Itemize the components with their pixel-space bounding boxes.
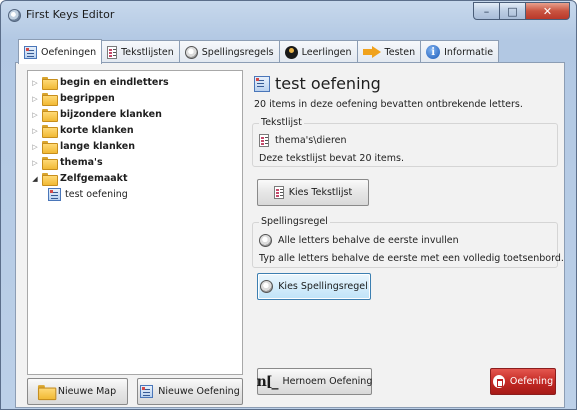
tree-item-label: begrippen xyxy=(60,93,115,104)
tab-label: Tekstlijsten xyxy=(121,46,174,58)
window-title: First Keys Editor xyxy=(26,8,115,21)
textlist-group-label: Tekstlijst xyxy=(259,117,304,128)
tab-leerlingen[interactable]: Leerlingen xyxy=(278,40,358,63)
tree-item-begrippen[interactable]: ▷ begrippen xyxy=(28,91,115,106)
rule-info-text: Typ alle letters behalve de eerste met e… xyxy=(259,253,564,264)
folder-icon xyxy=(37,385,57,401)
tree-item-label: korte klanken xyxy=(60,125,134,136)
exercise-icon xyxy=(48,188,61,201)
expand-arrow-icon[interactable]: ▷ xyxy=(28,111,42,119)
tab-content-panel: ▷ begin en eindletters ▷ begrippen ▷ bij… xyxy=(15,62,565,408)
tree-item-begin-en-eindletters[interactable]: ▷ begin en eindletters xyxy=(28,75,169,90)
folder-icon xyxy=(42,93,58,106)
choose-textlist-label: Kies Tekstlijst xyxy=(288,187,353,198)
folder-open-icon xyxy=(42,173,58,186)
new-exercise-label: Nieuwe Oefening xyxy=(158,386,240,397)
maximize-button[interactable]: □ xyxy=(500,2,526,20)
rule-info: Typ alle letters behalve de eerste met e… xyxy=(259,253,564,264)
tab-label: Informatie xyxy=(444,46,494,58)
doc-icon xyxy=(259,134,269,147)
tab-oefeningen[interactable]: Oefeningen xyxy=(18,39,103,64)
tree-item-label: test oefening xyxy=(65,189,128,200)
tree-item-label: begin en eindletters xyxy=(60,77,169,88)
tab-spellingsregels[interactable]: Spellingsregels xyxy=(178,40,280,63)
tree-item-label: Zelfgemaakt xyxy=(60,173,128,184)
title-bar[interactable]: First Keys Editor – □ ✕ xyxy=(1,1,576,29)
folder-icon xyxy=(42,109,58,122)
tree-item-bijzondere-klanken[interactable]: ▷ bijzondere klanken xyxy=(28,107,162,122)
tab-label: Spellingsregels xyxy=(201,46,274,58)
app-logo-icon xyxy=(8,9,21,22)
doc-icon xyxy=(107,45,118,59)
trash-icon xyxy=(492,375,505,388)
spelling-rule-group: Spellingsregel Alle letters behalve de e… xyxy=(252,216,564,268)
arrow-right-icon xyxy=(362,46,381,58)
person-icon xyxy=(284,45,298,59)
tree-item-test-oefening[interactable]: test oefening xyxy=(42,187,128,202)
sheet-icon xyxy=(24,45,37,59)
expand-arrow-icon[interactable]: ▷ xyxy=(28,95,42,103)
tree-item-lange-klanken[interactable]: ▷ lange klanken xyxy=(28,139,135,154)
tree-item-label: bijzondere klanken xyxy=(60,109,162,120)
folder-icon xyxy=(42,125,58,138)
tree-item-korte-klanken[interactable]: ▷ korte klanken xyxy=(28,123,134,138)
textlist-name: thema's\dieren xyxy=(275,135,347,146)
exercise-title-text: test oefening xyxy=(275,74,381,93)
rename-exercise-button[interactable]: n[_ Hernoem Oefening xyxy=(257,368,372,395)
new-folder-label: Nieuwe Map xyxy=(57,386,117,397)
expand-arrow-icon[interactable]: ▷ xyxy=(28,127,42,135)
expand-arrow-icon[interactable]: ▷ xyxy=(28,143,42,151)
exercise-tree[interactable]: ▷ begin en eindletters ▷ begrippen ▷ bij… xyxy=(27,70,243,375)
textlist-info-text: Deze tekstlijst bevat 20 items. xyxy=(259,153,404,164)
tab-tekstlijsten[interactable]: Tekstlijsten xyxy=(101,40,180,63)
folder-icon xyxy=(42,141,58,154)
exercise-description: 20 items in deze oefening bevatten ontbr… xyxy=(254,99,523,110)
sheet-icon xyxy=(140,385,154,398)
tab-label: Oefeningen xyxy=(41,46,97,58)
tree-item-themas[interactable]: ▷ thema's xyxy=(28,155,103,170)
new-exercise-button[interactable]: Nieuwe Oefening xyxy=(137,378,243,405)
close-button[interactable]: ✕ xyxy=(526,2,570,20)
folder-icon xyxy=(42,157,58,170)
delete-exercise-button[interactable]: Oefening xyxy=(490,368,556,395)
rule-row: Alle letters behalve de eerste invullen xyxy=(259,234,459,247)
stamp-icon xyxy=(260,280,274,293)
tab-testen[interactable]: Testen xyxy=(356,40,422,63)
rename-icon: n[_ xyxy=(256,373,279,390)
textlist-group: Tekstlijst thema's\dieren Deze tekstlijs… xyxy=(252,117,558,167)
rename-exercise-label: Hernoem Oefening xyxy=(282,376,373,387)
tab-informatie[interactable]: i Informatie xyxy=(420,40,500,63)
tab-bar: Oefeningen Tekstlijsten Spellingsregels … xyxy=(18,39,500,64)
folder-icon xyxy=(42,77,58,90)
exercise-icon xyxy=(254,75,270,92)
stamp-icon xyxy=(184,45,198,59)
collapse-arrow-icon[interactable]: ◢ xyxy=(28,175,42,183)
minimize-button[interactable]: – xyxy=(473,2,500,20)
textlist-row: thema's\dieren xyxy=(259,134,347,147)
exercise-title: test oefening xyxy=(254,74,381,93)
expand-arrow-icon[interactable]: ▷ xyxy=(28,79,42,87)
tree-item-zelfgemaakt[interactable]: ◢ Zelfgemaakt xyxy=(28,171,128,186)
choose-spelling-rule-button[interactable]: Kies Spellingsregel xyxy=(257,273,371,300)
tree-item-label: thema's xyxy=(60,157,103,168)
textlist-info: Deze tekstlijst bevat 20 items. xyxy=(259,153,404,164)
stamp-icon xyxy=(259,234,272,247)
tab-label: Testen xyxy=(384,46,416,58)
window-controls: – □ ✕ xyxy=(473,2,570,20)
new-folder-button[interactable]: Nieuwe Map xyxy=(27,378,128,405)
tab-label: Leerlingen xyxy=(301,46,352,58)
spelling-rule-group-label: Spellingsregel xyxy=(259,216,330,227)
app-window: First Keys Editor – □ ✕ Oefeningen Tekst… xyxy=(0,0,577,410)
tree-item-label: lange klanken xyxy=(60,141,135,152)
choose-textlist-button[interactable]: Kies Tekstlijst xyxy=(257,179,369,206)
delete-exercise-label: Oefening xyxy=(509,376,554,387)
expand-arrow-icon[interactable]: ▷ xyxy=(28,159,42,167)
doc-icon xyxy=(273,186,284,199)
rule-name: Alle letters behalve de eerste invullen xyxy=(278,235,459,246)
choose-spelling-rule-label: Kies Spellingsregel xyxy=(278,281,368,292)
info-icon: i xyxy=(426,45,441,59)
